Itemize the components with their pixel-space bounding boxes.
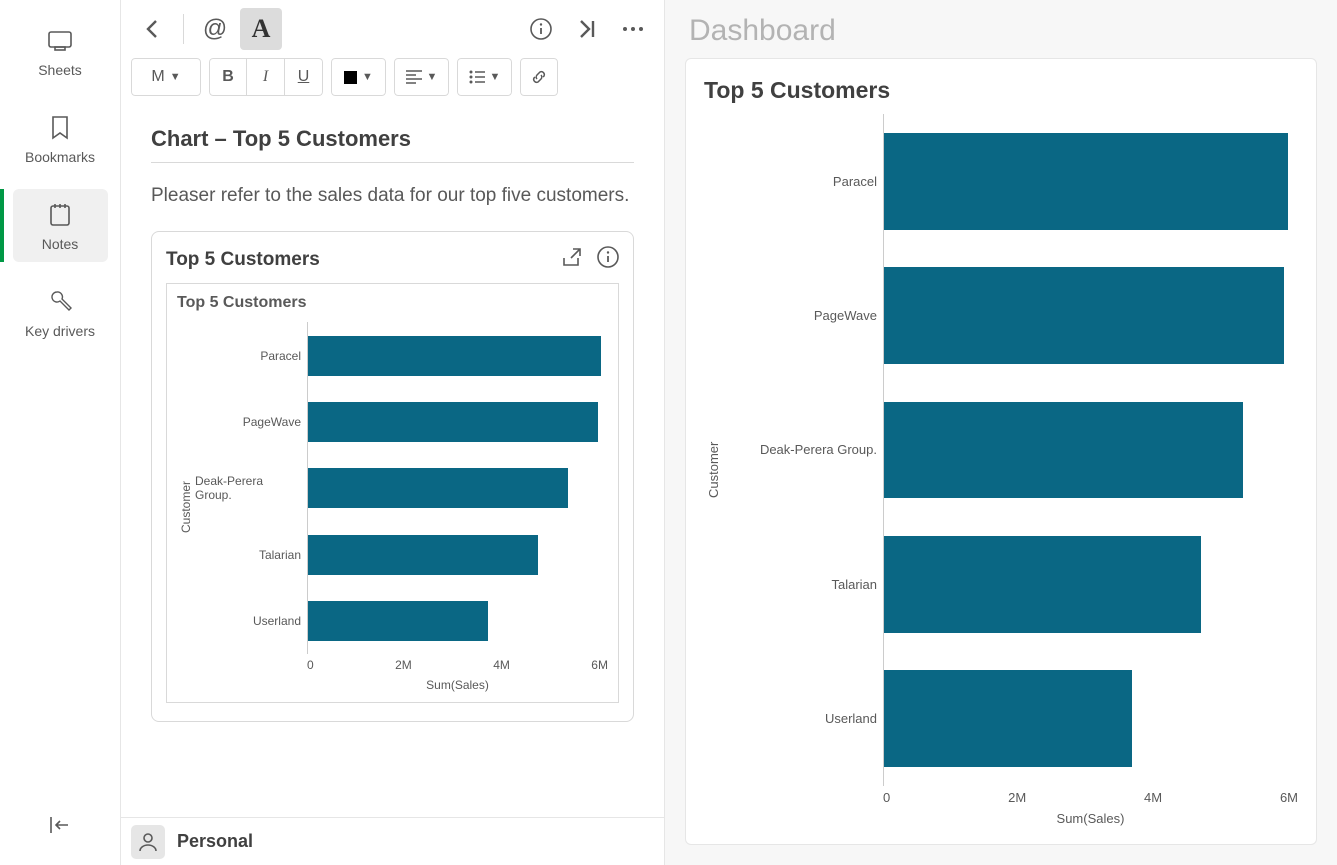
back-button[interactable] [131,8,173,50]
embedded-chart-card: Top 5 Customers Top 5 Customers [151,231,634,722]
dashboard-card-title: Top 5 Customers [704,77,1298,104]
axis-tick: 4M [493,658,510,672]
export-button[interactable] [561,246,583,273]
person-icon [138,832,158,852]
dashboard-title: Dashboard [685,10,1317,58]
note-toolbar: @ A [121,0,664,58]
category-label: PageWave [243,389,301,455]
link-button[interactable] [520,58,558,96]
bar[interactable] [884,670,1132,767]
category-label: Talarian [259,522,301,588]
bar[interactable] [308,336,601,376]
collapse-sidebar-button[interactable] [48,815,72,840]
dashboard-panel: Dashboard Top 5 Customers Customer Parac… [665,0,1337,865]
category-label: PageWave [814,248,877,382]
sidebar-item-label: Notes [42,236,79,252]
category-label: Deak-Perera Group. [760,383,877,517]
list-icon [469,70,485,84]
sidebar-item-label: Sheets [38,62,82,78]
bar[interactable] [308,601,488,641]
more-button[interactable] [612,8,654,50]
dashboard-card: Top 5 Customers Customer ParacelPageWave… [685,58,1317,845]
align-left-icon [406,70,422,84]
text-color-dropdown[interactable]: ▼ [331,58,386,96]
x-axis-label: Sum(Sales) [883,811,1298,826]
info-button[interactable] [520,8,562,50]
bar-chart-large: Customer ParacelPageWaveDeak-Perera Grou… [704,114,1298,826]
chart-card-title: Top 5 Customers [166,249,561,271]
underline-button[interactable]: U [285,58,323,96]
chart-info-button[interactable] [597,246,619,273]
jump-to-end-button[interactable] [566,8,608,50]
y-axis-label: Customer [177,322,195,692]
y-axis-label: Customer [704,114,723,826]
x-axis-label: Sum(Sales) [307,678,608,692]
bar[interactable] [308,402,598,442]
bar[interactable] [308,535,538,575]
sidebar: Sheets Bookmarks Notes Key drivers [0,0,120,865]
axis-tick: 2M [1008,790,1026,805]
category-label: Paracel [833,114,877,248]
divider [183,14,184,44]
axis-tick: 0 [307,658,314,672]
note-title[interactable]: Chart – Top 5 Customers [151,126,634,163]
category-label: Paracel [260,322,301,388]
inner-chart: Top 5 Customers Customer ParacelPageWave… [166,283,619,703]
link-icon [530,68,548,86]
bar[interactable] [884,536,1201,633]
key-drivers-icon [47,289,73,315]
category-label: Userland [825,652,877,786]
avatar[interactable] [131,825,165,859]
bold-button[interactable]: B [209,58,247,96]
sidebar-item-label: Bookmarks [25,149,95,165]
axis-tick: 6M [591,658,608,672]
note-text[interactable]: Pleaser refer to the sales data for our … [151,181,634,211]
sheets-icon [47,28,73,54]
note-body[interactable]: Chart – Top 5 Customers Pleaser refer to… [121,106,664,817]
sidebar-item-key-drivers[interactable]: Key drivers [13,276,108,349]
bar[interactable] [884,133,1288,230]
sidebar-item-bookmarks[interactable]: Bookmarks [13,102,108,175]
bar[interactable] [308,468,568,508]
inner-chart-title: Top 5 Customers [177,294,608,312]
color-swatch [344,71,357,84]
owner-label: Personal [177,831,253,852]
axis-tick: 6M [1280,790,1298,805]
format-toolbar: M▼ B I U ▼ ▼ ▼ [121,58,664,106]
axis-tick: 0 [883,790,890,805]
note-footer: Personal [121,817,664,865]
align-dropdown[interactable]: ▼ [394,58,449,96]
italic-button[interactable]: I [247,58,285,96]
axis-tick: 2M [395,658,412,672]
axis-tick: 4M [1144,790,1162,805]
sidebar-item-label: Key drivers [25,323,95,339]
list-dropdown[interactable]: ▼ [457,58,512,96]
bookmark-icon [47,115,73,141]
notes-icon [47,202,73,228]
category-label: Deak-Perera Group. [195,455,301,521]
text-format-button[interactable]: A [240,8,282,50]
sidebar-item-notes[interactable]: Notes [13,189,108,262]
mention-button[interactable]: @ [194,8,236,50]
bar-chart-small: Customer ParacelPageWaveDeak-Perera Grou… [177,322,608,692]
bar[interactable] [884,267,1284,364]
bar[interactable] [884,402,1243,499]
notes-panel: @ A M▼ B I [120,0,665,865]
category-label: Talarian [831,517,877,651]
heading-style-dropdown[interactable]: M▼ [131,58,201,96]
sidebar-item-sheets[interactable]: Sheets [13,15,108,88]
category-label: Userland [253,588,301,654]
